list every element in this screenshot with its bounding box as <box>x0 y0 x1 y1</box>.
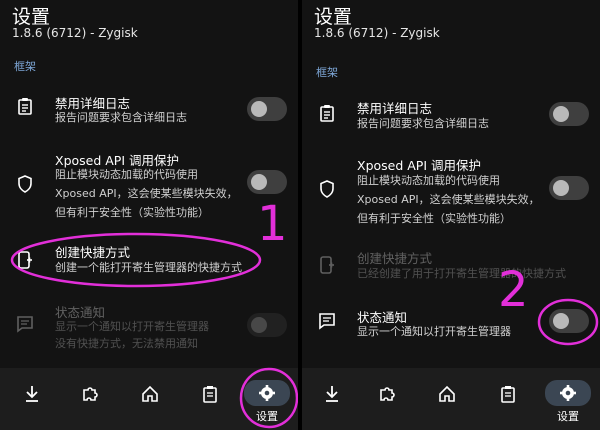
nav-download-icon[interactable] <box>312 382 352 406</box>
shield-icon <box>18 175 32 193</box>
settings-screen-right: 设置 1.8.6 (6712) - Zygisk 框架 禁用详细日志 报告问题要… <box>302 0 600 430</box>
setting-description: 但有利于安全性（实验性功能） <box>55 206 209 219</box>
nav-logs-clipboard-icon[interactable] <box>190 382 230 406</box>
section-header-framework: 框架 <box>316 66 338 79</box>
setting-description: Xposed API，这会使某些模块失效， <box>55 187 238 200</box>
bottom-navigation: 设置 <box>302 368 600 430</box>
page-title: 设置 <box>12 6 51 28</box>
setting-description: 已经创建了用于打开寄生管理器的快捷方式 <box>357 267 566 280</box>
nav-home-icon[interactable] <box>130 382 170 406</box>
settings-screen-left: 设置 1.8.6 (6712) - Zygisk 框架 禁用详细日志 报告问题要… <box>0 0 298 430</box>
nav-settings-gear-icon[interactable] <box>545 380 591 406</box>
nav-settings-label[interactable]: 设置 <box>538 408 598 424</box>
xposed-api-protection-toggle[interactable] <box>549 176 589 200</box>
bottom-navigation: 设置 <box>0 368 298 430</box>
notification-message-icon <box>17 316 33 333</box>
setting-description: 报告问题要求包含详细日志 <box>55 111 187 124</box>
version-subtitle: 1.8.6 (6712) - Zygisk <box>12 26 138 40</box>
setting-description: 阻止模块动态加载的代码使用 <box>357 174 500 187</box>
page-title: 设置 <box>314 6 353 28</box>
setting-description: 显示一个通知以打开寄生管理器 <box>357 325 511 338</box>
setting-description: 报告问题要求包含详细日志 <box>357 117 489 130</box>
disable-verbose-log-toggle[interactable] <box>549 102 589 126</box>
nav-download-icon[interactable] <box>12 382 52 406</box>
add-shortcut-icon <box>320 256 334 274</box>
setting-description: 没有快捷方式，无法禁用通知 <box>55 337 198 350</box>
clipboard-icon <box>18 98 32 115</box>
setting-description: 创建一个能打开寄生管理器的快捷方式 <box>55 261 242 274</box>
version-subtitle: 1.8.6 (6712) - Zygisk <box>314 26 440 40</box>
disable-verbose-log-toggle[interactable] <box>247 97 287 121</box>
annotation-number: 1 <box>257 196 288 252</box>
setting-description: Xposed API，这会使某些模块失效， <box>357 193 540 206</box>
nav-home-icon[interactable] <box>427 382 467 406</box>
setting-description: 阻止模块动态加载的代码使用 <box>55 168 198 181</box>
nav-modules-puzzle-icon[interactable] <box>367 382 407 406</box>
status-notification-toggle <box>247 313 287 337</box>
shield-icon <box>320 180 334 198</box>
clipboard-icon <box>320 105 334 122</box>
xposed-api-protection-toggle[interactable] <box>247 170 287 194</box>
setting-description: 但有利于安全性（实验性功能） <box>357 212 511 225</box>
nav-logs-clipboard-icon[interactable] <box>488 382 528 406</box>
status-notification-toggle[interactable] <box>549 309 589 333</box>
nav-modules-puzzle-icon[interactable] <box>70 382 110 406</box>
annotation-number: 2 <box>498 262 529 318</box>
notification-message-icon <box>319 313 335 330</box>
add-shortcut-icon <box>18 251 32 269</box>
nav-settings-label[interactable]: 设置 <box>237 408 297 424</box>
nav-settings-gear-icon[interactable] <box>244 380 290 406</box>
section-header-framework: 框架 <box>14 60 36 73</box>
